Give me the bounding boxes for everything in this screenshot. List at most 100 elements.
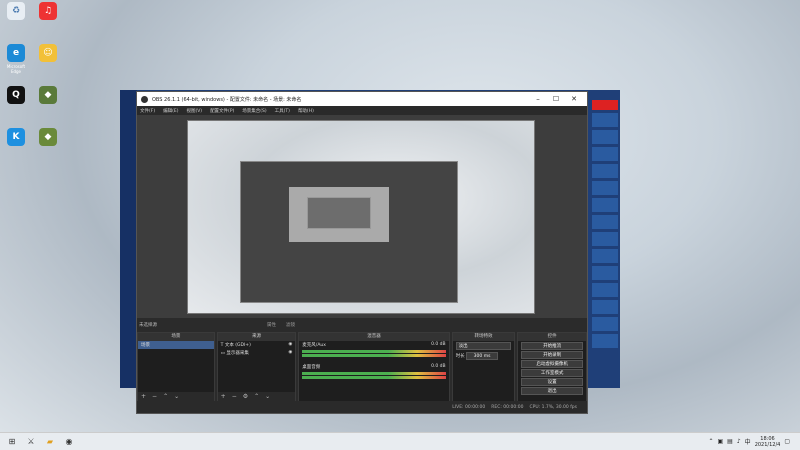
game-icon[interactable]: ◆	[34, 86, 62, 106]
tile[interactable]	[592, 283, 618, 297]
controls-header: 控件	[518, 333, 587, 341]
chevron-up-icon[interactable]: ⌃	[708, 438, 713, 445]
settings-button[interactable]: 设置	[521, 378, 584, 386]
app-icon[interactable]: ☺	[34, 44, 62, 64]
source-toolbar: 未选择源 属性 滤镜	[137, 319, 587, 330]
eye-icon[interactable]: ◉	[288, 342, 292, 347]
down-icon[interactable]: ⌄	[265, 393, 270, 400]
audio-meter	[302, 350, 446, 353]
menu-edit[interactable]: 编辑(E)	[163, 108, 178, 114]
rec-status: REC: 00:00:00	[491, 404, 524, 410]
start-streaming-button[interactable]: 开始推流	[521, 342, 584, 350]
menu-help[interactable]: 帮助(H)	[298, 108, 314, 114]
tile[interactable]	[592, 113, 618, 127]
audio-meter	[302, 372, 446, 375]
tile[interactable]	[592, 181, 618, 195]
add-icon[interactable]: +	[141, 393, 146, 400]
remove-icon[interactable]: −	[232, 393, 237, 400]
volume-slider[interactable]	[302, 354, 446, 357]
tile[interactable]	[592, 334, 618, 348]
game-icon-2[interactable]: ◆	[34, 128, 62, 148]
obs-taskbar-icon[interactable]: ◉	[62, 436, 76, 448]
menu-scene-collection[interactable]: 场景集合(S)	[242, 108, 266, 114]
no-source-label: 未选择源	[139, 322, 157, 328]
menu-tools[interactable]: 工具(T)	[275, 108, 290, 114]
recycle-bin-icon[interactable]: ♻	[2, 2, 30, 22]
preview-area[interactable]	[137, 115, 587, 318]
menu-view[interactable]: 视图(V)	[186, 108, 202, 114]
transitions-header: 转场特效	[452, 333, 515, 341]
scenes-toolbar: + − ⌃ ⌄	[138, 392, 214, 401]
qq-icon[interactable]: Q	[2, 86, 30, 106]
up-icon[interactable]: ⌃	[254, 393, 259, 400]
scene-item[interactable]: 场景	[138, 341, 214, 349]
clock[interactable]: 18:06 2021/12/4	[755, 436, 781, 448]
ime-icon[interactable]: 中	[745, 437, 751, 446]
folder-icon[interactable]: ▰	[43, 436, 57, 448]
studio-mode-button[interactable]: 工作室模式	[521, 369, 584, 377]
start-icon[interactable]: ⊞	[5, 436, 19, 448]
tile[interactable]	[592, 198, 618, 212]
tile[interactable]	[592, 266, 618, 280]
down-icon[interactable]: ⌄	[174, 393, 179, 400]
exit-button[interactable]: 退出	[521, 387, 584, 395]
controls-dock: 控件 开始推流 开始录制 启动虚拟摄像机 工作室模式 设置 退出	[517, 332, 588, 402]
tile[interactable]	[592, 164, 618, 178]
title-bar[interactable]: OBS 26.1.1 (64-bit, windows) - 配置文件: 未命名…	[137, 92, 587, 106]
top-badge[interactable]	[592, 100, 618, 110]
netease-music-icon[interactable]: ♫	[34, 2, 62, 22]
source-item[interactable]: ▭ 显示器采集 ◉	[218, 349, 296, 357]
obs-window: OBS 26.1.1 (64-bit, windows) - 配置文件: 未命名…	[136, 91, 588, 414]
maximize-icon[interactable]: ☐	[547, 95, 565, 103]
left-strip	[120, 90, 137, 388]
tile[interactable]	[592, 249, 618, 263]
status-bar: LIVE: 00:00:00 REC: 00:00:00 CPU: 1.7%, …	[137, 401, 587, 413]
right-panel	[592, 100, 618, 351]
docks: 场景 场景 + − ⌃ ⌄ 来源 T 文本 (GDI+) ◉ ▭ 显示器采集 ◉ + − ⚙ ⌃…	[137, 332, 588, 402]
scenes-header: 场景	[138, 333, 214, 341]
remove-icon[interactable]: −	[152, 393, 157, 400]
tile[interactable]	[592, 232, 618, 246]
duration-input[interactable]: 300 ms	[466, 352, 499, 360]
menu-bar: 文件(F) 编辑(E) 视图(V) 配置文件(P) 场景集合(S) 工具(T) …	[137, 106, 587, 115]
menu-file[interactable]: 文件(F)	[140, 108, 155, 114]
edge-icon[interactable]: e Microsoft Edge	[2, 44, 30, 74]
cpu-status: CPU: 1.7%, 30.00 fps	[529, 404, 578, 410]
gear-icon[interactable]: ⚙	[243, 393, 248, 400]
menu-profile[interactable]: 配置文件(P)	[210, 108, 234, 114]
sources-header: 来源	[217, 333, 296, 341]
close-icon[interactable]: ✕	[565, 95, 583, 103]
kugou-icon[interactable]: K	[2, 128, 30, 148]
game-taskbar-icon[interactable]: ⚔	[24, 436, 38, 448]
mixer-track: 桌面音频 0.0 dB	[302, 364, 446, 370]
properties-button[interactable]: 属性	[267, 322, 276, 328]
tile[interactable]	[592, 317, 618, 331]
tray-app-icon[interactable]: ▣	[717, 438, 723, 445]
transitions-dock: 转场特效 淡出 时长 300 ms	[451, 332, 516, 402]
nested-capture	[240, 161, 458, 303]
sources-toolbar: + − ⚙ ⌃ ⌄	[217, 392, 296, 401]
volume-slider[interactable]	[302, 376, 446, 379]
preview-canvas[interactable]	[187, 120, 535, 314]
system-tray: ⌃ ▣ ▤ ♪ 中 18:06 2021/12/4 ▢	[708, 436, 800, 448]
start-recording-button[interactable]: 开始录制	[521, 351, 584, 359]
obs-logo-icon	[141, 95, 148, 103]
transition-select[interactable]: 淡出	[455, 342, 512, 350]
minimize-icon[interactable]: –	[529, 95, 547, 103]
network-icon[interactable]: ▤	[727, 438, 733, 445]
virtual-camera-button[interactable]: 启动虚拟摄像机	[521, 360, 584, 368]
filters-button[interactable]: 滤镜	[286, 322, 295, 328]
up-icon[interactable]: ⌃	[163, 393, 168, 400]
mixer-header: 混音器	[299, 333, 449, 341]
scenes-dock: 场景 场景 + − ⌃ ⌄	[137, 332, 215, 402]
notification-icon[interactable]: ▢	[784, 438, 790, 445]
tile[interactable]	[592, 147, 618, 161]
tile[interactable]	[592, 300, 618, 314]
tile[interactable]	[592, 130, 618, 144]
nested-capture-2	[289, 187, 389, 242]
add-icon[interactable]: +	[221, 393, 226, 400]
eye-icon[interactable]: ◉	[288, 350, 292, 355]
volume-icon[interactable]: ♪	[737, 438, 741, 445]
tile[interactable]	[592, 215, 618, 229]
source-item[interactable]: T 文本 (GDI+) ◉	[218, 341, 296, 349]
